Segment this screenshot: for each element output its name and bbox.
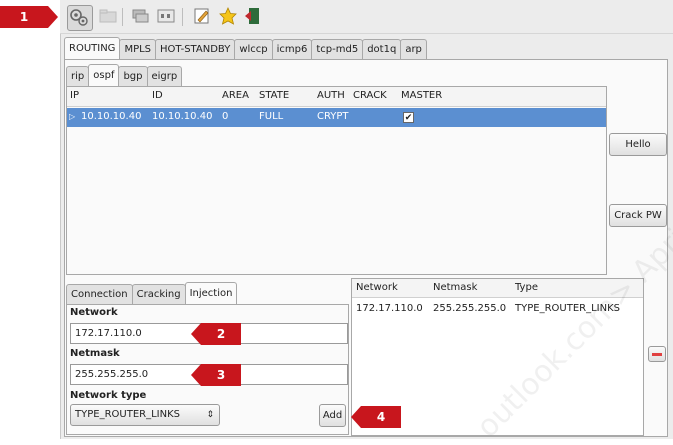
neighbors-table: IP ID AREA STATE AUTH CRACK MASTER ▷ 10.…: [66, 86, 607, 275]
callout-3: 3: [191, 364, 241, 386]
network-label: Network: [70, 307, 118, 318]
hello-button[interactable]: Hello: [609, 133, 667, 156]
tab-arp[interactable]: arp: [400, 39, 427, 60]
callout-2: 2: [191, 323, 241, 345]
network-icon[interactable]: [130, 6, 150, 26]
select-arrows-icon: ⇕: [206, 410, 214, 420]
tab-cracking[interactable]: Cracking: [131, 284, 186, 305]
star-icon[interactable]: [218, 6, 238, 26]
table-header: IP ID AREA STATE AUTH CRACK MASTER: [67, 87, 606, 107]
cell-auth: CRYPT: [317, 111, 349, 122]
tab-wlccp[interactable]: wlccp: [234, 39, 273, 60]
column-header-type[interactable]: Type: [515, 282, 538, 293]
edit-icon[interactable]: [192, 6, 212, 26]
master-checkbox[interactable]: ✔: [403, 112, 414, 123]
plugins-icon[interactable]: [67, 5, 93, 31]
cell-netmask: 255.255.255.0: [433, 303, 507, 314]
column-header-netmask[interactable]: Netmask: [433, 282, 477, 293]
injection-tabbar: Connection Cracking Injection: [66, 282, 238, 305]
tab-eigrp[interactable]: eigrp: [146, 66, 183, 87]
column-header-master[interactable]: MASTER: [401, 90, 442, 101]
add-button[interactable]: Add: [319, 404, 346, 427]
protocol-tabbar: ROUTING MPLS HOT-STANDBY wlccp icmp6 tcp…: [64, 37, 427, 60]
tab-tcp-md5[interactable]: tcp-md5: [311, 39, 364, 60]
column-header-ip[interactable]: IP: [70, 90, 79, 101]
tab-mpls[interactable]: MPLS: [119, 39, 157, 60]
remove-button[interactable]: [648, 346, 666, 362]
tab-routing[interactable]: ROUTING: [64, 37, 121, 60]
network-type-label: Network type: [70, 390, 147, 401]
tab-rip[interactable]: rip: [66, 66, 90, 87]
expander-icon[interactable]: ▷: [69, 112, 75, 121]
column-header-state[interactable]: STATE: [259, 90, 289, 101]
crack-pw-button[interactable]: Crack PW: [609, 204, 667, 227]
table-row[interactable]: ▷ 10.10.10.40 10.10.10.40 0 FULL CRYPT ✔: [67, 108, 606, 127]
column-header-id[interactable]: ID: [152, 90, 163, 101]
cell-network: 172.17.110.0: [356, 303, 423, 314]
cell-state: FULL: [259, 111, 284, 122]
cell-area: 0: [222, 111, 229, 122]
minus-icon: [652, 353, 662, 356]
folder-icon[interactable]: [98, 6, 118, 26]
tab-icmp6[interactable]: icmp6: [271, 39, 313, 60]
callout-4: 4: [351, 406, 401, 428]
interfaces-icon[interactable]: [156, 6, 176, 26]
tab-hot-standby[interactable]: HOT-STANDBY: [155, 39, 236, 60]
tab-ospf[interactable]: ospf: [88, 64, 120, 87]
tab-connection[interactable]: Connection: [66, 284, 133, 305]
toolbar: [60, 0, 673, 34]
network-type-value: TYPE_ROUTER_LINKS: [75, 409, 180, 420]
tab-injection[interactable]: Injection: [184, 282, 238, 305]
routing-tabbar: rip ospf bgp eigrp: [66, 64, 183, 87]
cell-ip: 10.10.10.40: [81, 111, 142, 122]
tab-dot1q[interactable]: dot1q: [362, 39, 402, 60]
cell-id: 10.10.10.40: [152, 111, 213, 122]
column-header-network[interactable]: Network: [356, 282, 398, 293]
callout-1: 1: [0, 6, 58, 28]
netmask-label: Netmask: [70, 348, 120, 359]
tab-bgp[interactable]: bgp: [118, 66, 148, 87]
exit-icon[interactable]: [243, 6, 263, 26]
network-type-select[interactable]: TYPE_ROUTER_LINKS ⇕: [70, 404, 220, 426]
column-header-auth[interactable]: AUTH: [317, 90, 345, 101]
column-header-area[interactable]: AREA: [222, 90, 249, 101]
column-header-crack[interactable]: CRACK: [353, 90, 387, 101]
